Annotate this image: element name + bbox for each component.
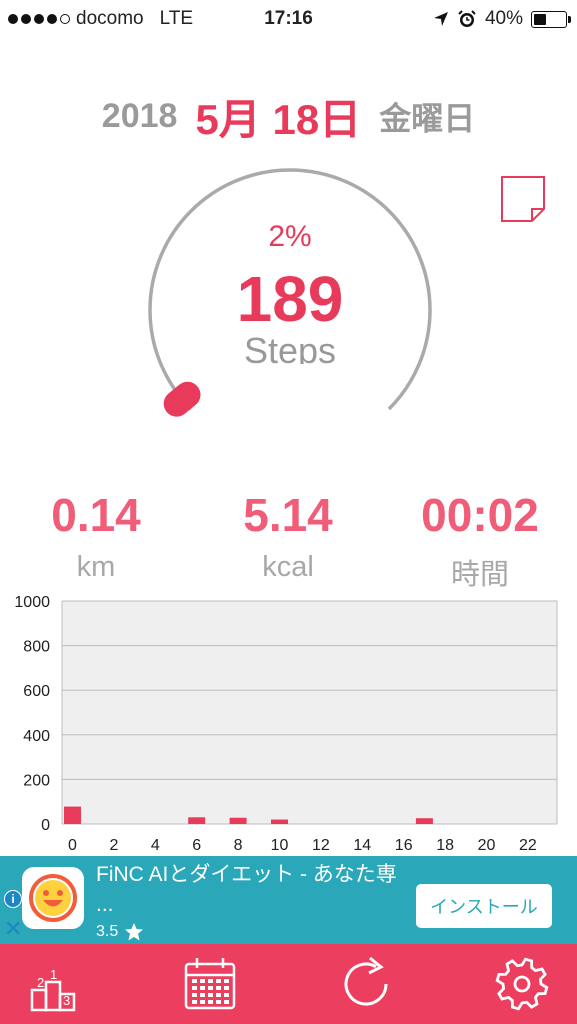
calendar-day-cell [224, 979, 229, 983]
gear-outline [495, 957, 549, 1011]
x-tick-label: 14 [353, 837, 371, 854]
chart-bar-hour-17 [415, 818, 433, 824]
calendar-day-cell [224, 986, 229, 990]
battery-percent: 40% [484, 8, 523, 29]
calendar-day-cell [200, 979, 205, 983]
ad-app-icon[interactable] [22, 867, 84, 929]
status-bar: docomo LTE 17:16 40% [0, 0, 577, 40]
calendar-day-cell [208, 986, 213, 990]
x-tick-label: 0 [68, 837, 77, 854]
y-tick-label: 600 [23, 683, 50, 700]
x-tick-label: 18 [436, 837, 454, 854]
calendar-day-cell [208, 979, 213, 983]
calendar-day-cell [224, 993, 229, 997]
bottom-tab-bar: 2 1 3 [0, 944, 577, 1024]
x-tick-label: 8 [234, 837, 243, 854]
ad-rating: 3.5 [96, 922, 144, 942]
calendar-day-cell [192, 979, 197, 983]
ad-rating-value: 3.5 [96, 923, 119, 940]
calendar-day-cell [200, 986, 205, 990]
calendar-day-cell [224, 1000, 229, 1004]
x-tick-label: 20 [478, 837, 496, 854]
calendar-day-cell [216, 993, 221, 997]
location-arrow-icon [433, 12, 448, 26]
date-header[interactable]: 2018 5月 18日 金曜日 [0, 86, 577, 147]
battery-fill [534, 13, 546, 25]
rank-first-label: 1 [50, 967, 57, 982]
alarm-icon [458, 10, 476, 27]
chart-bar-hour-6 [188, 817, 206, 824]
y-tick-label: 0 [41, 817, 50, 834]
x-tick-label: 4 [151, 837, 160, 854]
status-right: 40% [433, 8, 571, 30]
calendar-day-cell [192, 986, 197, 990]
x-tick-label: 6 [192, 837, 201, 854]
distance-value: 0.14 [51, 489, 141, 541]
x-tick-label: 22 [519, 837, 537, 854]
ad-install-button[interactable]: インストール [416, 884, 552, 928]
calendar-day-cell [208, 993, 213, 997]
calendar-day-cell [192, 1000, 197, 1004]
calendar-day-cell [200, 1000, 205, 1004]
star-icon [125, 923, 144, 941]
duration-value: 00:02 [421, 489, 539, 541]
goal-percent: 2% [268, 220, 312, 253]
calendar-day-cell [208, 1000, 213, 1004]
calendar-day-cell [216, 1000, 221, 1004]
x-tick-label: 12 [312, 837, 330, 854]
memo-note-icon[interactable] [501, 176, 545, 222]
chart-bar-hour-10 [271, 819, 288, 824]
date-weekday: 金曜日 [379, 100, 476, 137]
refresh-icon[interactable] [336, 954, 396, 1014]
chart-plot-area [62, 601, 557, 824]
hourly-steps-chart: 1000 800 600 400 200 0 0 2 4 6 8 10 12 14 16 18 20 22 [14, 594, 558, 854]
calendar-day-cell [200, 993, 205, 997]
ad-info-icon[interactable]: i [4, 890, 22, 908]
y-tick-label: 200 [23, 772, 50, 789]
x-tick-label: 2 [109, 837, 118, 854]
calendar-icon[interactable] [180, 954, 240, 1014]
x-tick-label: 16 [395, 837, 413, 854]
calories-value: 5.14 [243, 489, 333, 541]
steps-label: Steps [243, 330, 337, 364]
rank-third-label: 3 [63, 993, 70, 1008]
chart-bar-hour-8 [229, 817, 247, 824]
ad-close-icon[interactable]: ✕ [4, 918, 22, 940]
calendar-day-cell [216, 979, 221, 983]
y-tick-label: 1000 [14, 594, 50, 611]
x-tick-label: 10 [271, 837, 289, 854]
step-count: 189 [236, 263, 344, 335]
y-tick-label: 800 [23, 639, 50, 656]
smiley-face-icon [29, 874, 77, 922]
y-tick-label: 400 [23, 728, 50, 745]
ad-title[interactable]: FiNC AIとダイエット - あなた専 ... [96, 860, 411, 920]
date-day: 5月 18日 [195, 96, 362, 143]
ranking-podium-icon[interactable]: 2 1 3 [24, 954, 84, 1014]
settings-gear-icon[interactable] [492, 954, 552, 1014]
progress-knob[interactable] [158, 376, 205, 422]
calories-unit: kcal [262, 551, 314, 583]
battery-icon [531, 10, 571, 28]
rank-second-label: 2 [37, 975, 44, 990]
calendar-day-cell [192, 993, 197, 997]
date-year: 2018 [101, 97, 178, 135]
duration-unit: 時間 [450, 559, 509, 591]
chart-bar-hour-0 [64, 806, 81, 824]
calendar-day-cell [216, 986, 221, 990]
distance-unit: km [76, 551, 116, 583]
